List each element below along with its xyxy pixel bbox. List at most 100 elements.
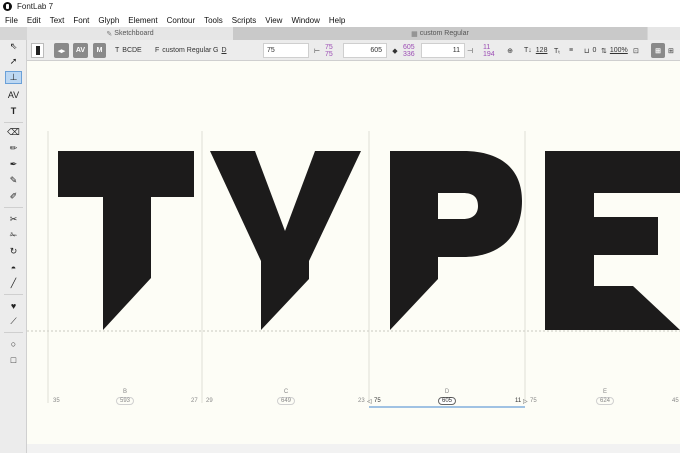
advance-stack-top: 605 [403,44,415,51]
ellipse-tool-icon[interactable]: ○ [5,337,22,350]
menu-window[interactable]: Window [291,16,319,25]
menu-view[interactable]: View [265,16,282,25]
line-spacing-icon[interactable]: Tₜ [554,43,564,58]
tool-panel: ⇖ ➚ ⊥ AV T ⌫ ✏ ✒ ✎ ✐ ✂ ✁ ↻ ◓ ╱ ♥ ⟋ ○ □ [0,40,27,453]
lsb-value[interactable]: 29 [206,398,213,404]
tab-sketchboard[interactable]: ✎ Sketchboard [27,27,233,40]
tab-custom-regular-label: custom Regular [419,30,469,37]
glyph-t[interactable] [58,151,194,330]
menu-glyph[interactable]: Glyph [98,16,119,25]
menu-help[interactable]: Help [329,16,345,25]
text-field[interactable]: T BCDE [115,43,155,58]
lsb-input-value: 75 [267,47,275,54]
rectangle-tool-icon[interactable]: □ [5,353,22,366]
rsb-value[interactable]: 45 [672,398,679,404]
preview-button[interactable]: ⊞ [651,43,665,58]
glyph-p[interactable] [390,151,522,330]
color-fill-tool-icon[interactable]: ♥ [5,299,22,312]
rsb-handle-icon[interactable]: ▷ [523,398,528,405]
menu-text[interactable]: Text [50,16,65,25]
font-field-icon: F [155,47,160,54]
rsb-value[interactable]: 23 [358,398,365,404]
rapid-tool-icon[interactable]: ✐ [5,190,22,203]
glyph-width-label-selected[interactable]: 605 [437,397,457,405]
av-kerning-button[interactable]: AV [73,43,88,58]
menu-contour[interactable]: Contour [167,16,195,25]
menu-tools[interactable]: Tools [204,16,223,25]
panel-toggle-button[interactable] [31,43,44,58]
grid-icon: ▦ [411,30,418,38]
kerning-tool-icon[interactable]: AV [5,88,22,101]
rsb-stack: 11 194 [483,44,495,59]
lsb-stack: 75 75 [325,44,333,59]
align-icon[interactable]: ≡ [569,43,579,58]
lsb-value[interactable]: 75 [530,398,537,404]
glyph-width-label[interactable]: 593 [115,397,135,405]
rsb-value-selected[interactable]: 11 [515,398,521,404]
rsb-value[interactable]: 27 [191,398,198,404]
metrics-tool-icon[interactable]: ⊥ [5,71,22,84]
menu-font[interactable]: Font [73,16,89,25]
tab-bar: ✎ Sketchboard ▦ custom Regular [0,27,680,40]
property-bar: ◂▸ AV M T BCDE F custom Regular G D 75 ⊢… [27,40,680,61]
glyph-width-label[interactable]: 649 [276,397,296,405]
scissors-tool-icon[interactable]: ✁ [5,229,22,242]
menu-bar: File Edit Text Font Glyph Element Contou… [0,13,680,27]
title-bar: FontLab 7 [0,0,680,13]
eraser-tool-icon[interactable]: ⌫ [5,126,22,139]
menu-element[interactable]: Element [128,16,157,25]
pencil-tool-icon[interactable]: ✎ [5,174,22,187]
fit-icon[interactable]: ⊡ [633,43,643,58]
menu-edit[interactable]: Edit [27,16,41,25]
rsb-input[interactable]: 11 [421,43,465,58]
tab-extra[interactable] [648,27,680,40]
glyph-width-label[interactable]: 624 [595,397,615,405]
advance-width-input[interactable]: 605 [343,43,387,58]
rotate-tool-icon[interactable]: ↻ [5,245,22,258]
text-field-value: BCDE [122,47,142,54]
lsb-input[interactable]: 75 [263,43,309,58]
tracking-value: 0 [592,47,597,54]
fill-tool-icon[interactable]: ◓ [5,261,22,274]
kerning-pair-icon: ◂▸ [57,47,66,55]
eyedropper-tool-icon[interactable]: ⟋ [5,315,22,328]
status-strip [27,444,680,453]
knife-tool-icon[interactable]: ✂ [5,213,22,226]
glyph-e[interactable] [545,151,680,330]
glyph-name-label: B [122,389,128,395]
app-title: FontLab 7 [17,2,54,11]
av-kerning-icon: AV [75,47,86,54]
globe-icon[interactable]: ⊕ [504,43,516,58]
app-logo-icon [3,2,12,11]
select-tool-icon[interactable]: ⇖ [5,40,22,53]
kerning-pair-button[interactable]: ◂▸ [54,43,69,58]
contour-select-tool-icon[interactable]: ➚ [5,55,22,68]
glyph-name-label: C [283,389,289,395]
menu-file[interactable]: File [5,16,18,25]
rsb-icon: ⊣ [467,47,474,55]
lsb-value[interactable]: 35 [53,398,60,404]
glyph-y[interactable] [210,151,361,330]
lsb-value-selected[interactable]: 75 [374,398,381,404]
measure-tool-icon[interactable]: ╱ [5,277,22,290]
text-field-icon: T [115,47,120,54]
menu-scripts[interactable]: Scripts [232,16,256,25]
pen-tool-icon[interactable]: ✒ [5,158,22,171]
advance-width-icon: ◆ [392,47,398,55]
brush-tool-icon[interactable]: ✏ [5,142,22,155]
panel-toggle-icon [35,46,40,55]
lsb-handle-icon[interactable]: ◁ [367,398,372,405]
tab-custom-regular[interactable]: ▦ custom Regular [233,27,647,40]
advance-stack: 605 336 [403,44,415,59]
fullscreen-icon[interactable]: ⊞ [668,43,680,58]
glyph-name-label: D [444,389,450,395]
rsb-input-value: 11 [452,47,460,54]
sketch-icon: ✎ [106,30,113,38]
zoom-field[interactable]: ⇅ 100% [601,43,631,58]
text-tool-icon[interactable]: T [5,104,22,117]
glyph-field[interactable]: G D [213,43,233,58]
metrics-mode-button[interactable]: M [93,43,106,58]
glyph-canvas[interactable]: B C D E 593 649 605 624 35 27 29 23 ◁ 75… [27,61,680,444]
zoom-icon: ⇅ [601,47,607,55]
rsb-stack-bottom: 194 [483,51,495,58]
